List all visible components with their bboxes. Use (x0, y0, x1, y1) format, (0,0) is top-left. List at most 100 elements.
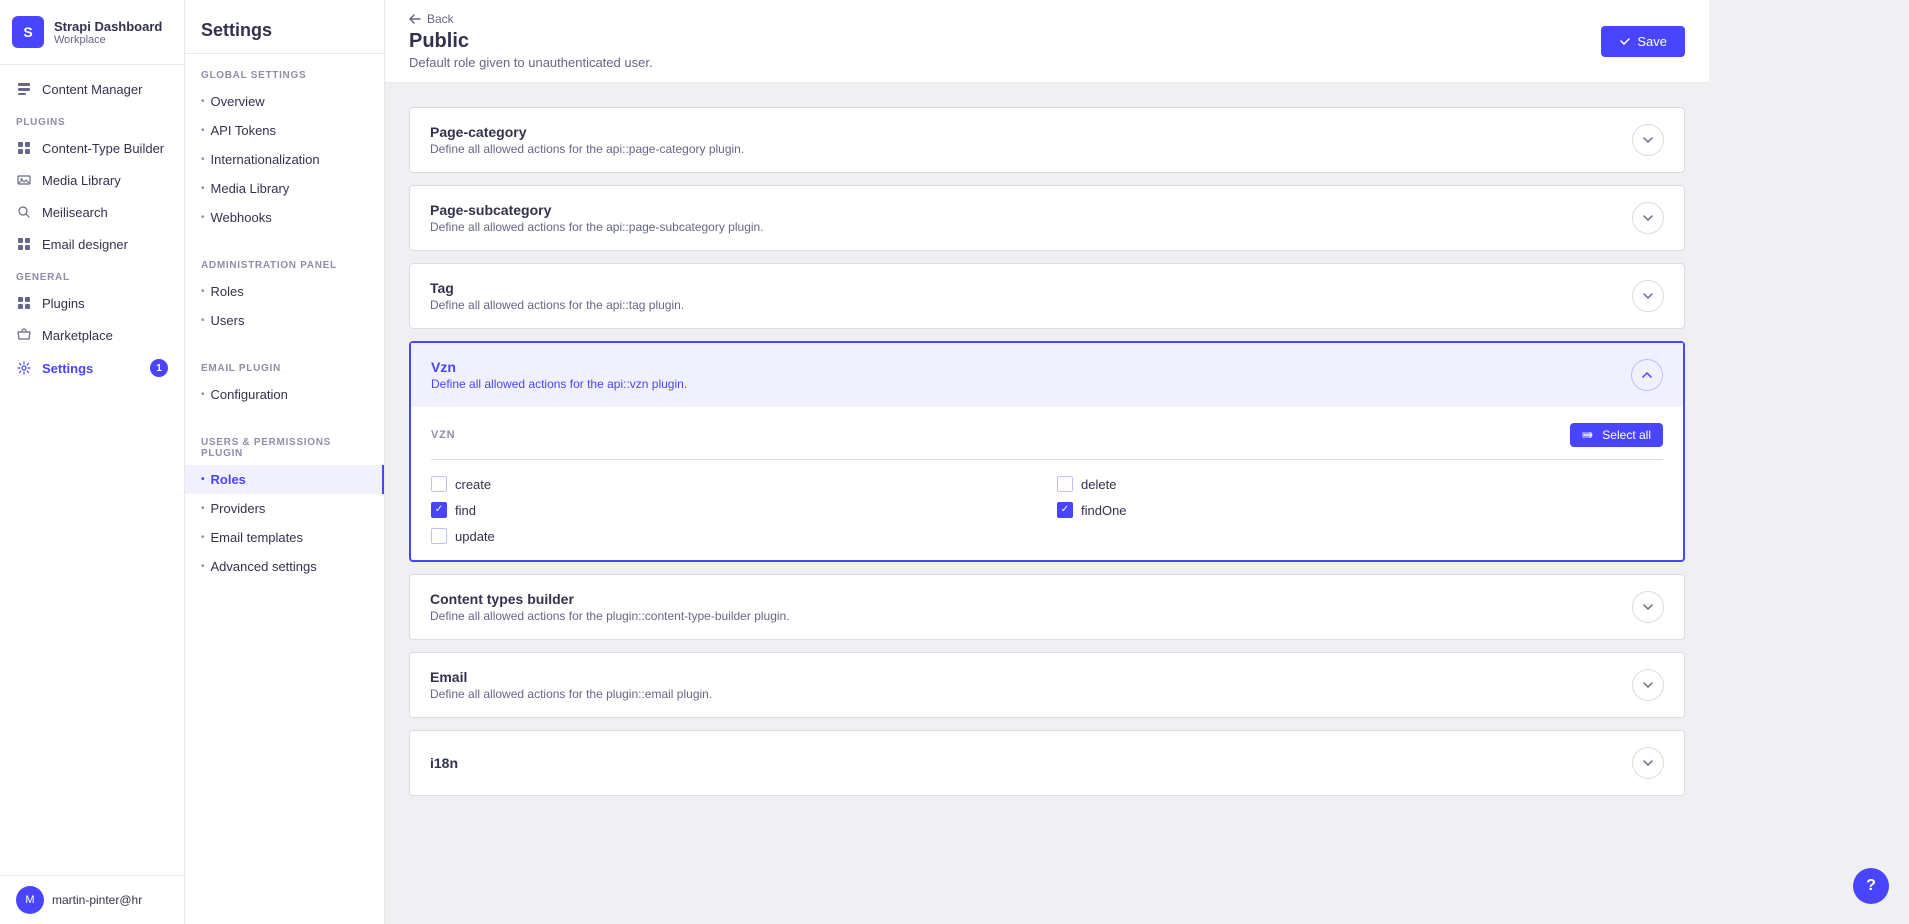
permission-find: find (431, 502, 1037, 518)
plugin-card-email: Email Define all allowed actions for the… (409, 652, 1685, 718)
sidebar-item-email-designer[interactable]: Email designer (0, 228, 184, 260)
plugin-card-tag-subtitle: Define all allowed actions for the api::… (430, 298, 684, 312)
sidebar-footer: M martin-pinter@hr (0, 875, 184, 924)
permissions-grid: create delete find findOne (431, 476, 1663, 544)
checkbox-findone[interactable] (1057, 502, 1073, 518)
sidebar-item-content-manager[interactable]: Content Manager (0, 73, 184, 105)
settings-section-users-permissions: USERS & PERMISSIONS PLUGIN Roles Provide… (185, 421, 384, 593)
plugin-card-email-info: Email Define all allowed actions for the… (430, 669, 712, 701)
permission-delete-label: delete (1081, 477, 1116, 492)
sidebar-item-content-type-builder[interactable]: Content-Type Builder (0, 132, 184, 164)
back-label: Back (427, 12, 454, 26)
plugin-card-page-subcategory-subtitle: Define all allowed actions for the api::… (430, 220, 764, 234)
plugin-card-tag-info: Tag Define all allowed actions for the a… (430, 280, 684, 312)
settings-badge: 1 (150, 359, 168, 377)
settings-nav-api-tokens[interactable]: API Tokens (185, 116, 384, 145)
plugin-card-page-subcategory-info: Page-subcategory Define all allowed acti… (430, 202, 764, 234)
sidebar-label-email-designer: Email designer (42, 237, 128, 252)
settings-nav-configuration[interactable]: Configuration (185, 380, 384, 409)
plugin-card-content-types-builder-title: Content types builder (430, 591, 790, 607)
permission-update-label: update (455, 529, 495, 544)
plugin-card-email-subtitle: Define all allowed actions for the plugi… (430, 687, 712, 701)
sidebar-label-content-manager: Content Manager (42, 82, 142, 97)
settings-nav-users-admin[interactable]: Users (185, 306, 384, 335)
settings-nav-media-library[interactable]: Media Library (185, 174, 384, 203)
plugin-card-vzn-subtitle: Define all allowed actions for the api::… (431, 377, 687, 391)
plugin-card-tag-title: Tag (430, 280, 684, 296)
settings-nav-internationalization[interactable]: Internationalization (185, 145, 384, 174)
settings-nav-providers[interactable]: Providers (185, 494, 384, 523)
brand-icon: S (12, 16, 44, 48)
plugin-card-vzn-header[interactable]: Vzn Define all allowed actions for the a… (411, 343, 1683, 407)
sidebar-label-settings: Settings (42, 361, 93, 376)
sidebar: S Strapi Dashboard Workplace Content Man… (0, 0, 185, 924)
checkbox-delete[interactable] (1057, 476, 1073, 492)
sidebar-label-media-library: Media Library (42, 173, 121, 188)
avatar: M (16, 886, 44, 914)
plugin-card-content-types-builder-subtitle: Define all allowed actions for the plugi… (430, 609, 790, 623)
sidebar-label-plugins: Plugins (42, 296, 85, 311)
top-bar-left: Back Public Default role given to unauth… (409, 12, 653, 70)
save-button[interactable]: Save (1601, 26, 1685, 57)
plugin-card-page-subcategory-title: Page-subcategory (430, 202, 764, 218)
plugin-card-content-types-builder-toggle[interactable] (1632, 591, 1664, 623)
sidebar-label-meilisearch: Meilisearch (42, 205, 108, 220)
plugin-card-email-toggle[interactable] (1632, 669, 1664, 701)
select-all-icon (1582, 430, 1596, 440)
settings-section-email-label: EMAIL PLUGIN (185, 359, 384, 380)
permission-findone: findOne (1057, 502, 1663, 518)
marketplace-icon (16, 327, 32, 343)
help-button[interactable]: ? (1853, 868, 1889, 904)
permission-create-label: create (455, 477, 491, 492)
sidebar-item-plugins[interactable]: Plugins (0, 287, 184, 319)
settings-section-admin: ADMINISTRATION PANEL Roles Users (185, 244, 384, 347)
right-panel (1709, 0, 1909, 924)
sidebar-nav: Content Manager PLUGINS Content-Type Bui… (0, 65, 184, 875)
settings-nav-roles-up[interactable]: Roles (185, 465, 384, 494)
plugin-card-email-header[interactable]: Email Define all allowed actions for the… (410, 653, 1684, 717)
checkbox-create[interactable] (431, 476, 447, 492)
settings-nav-webhooks[interactable]: Webhooks (185, 203, 384, 232)
content-area: Page-category Define all allowed actions… (385, 83, 1709, 924)
settings-nav-overview[interactable]: Overview (185, 87, 384, 116)
permission-delete: delete (1057, 476, 1663, 492)
back-link[interactable]: Back (409, 12, 653, 26)
settings-section-global: GLOBAL SETTINGS Overview API Tokens Inte… (185, 54, 384, 244)
save-label: Save (1637, 34, 1667, 49)
settings-nav-advanced-settings[interactable]: Advanced settings (185, 552, 384, 581)
settings-section-admin-label: ADMINISTRATION PANEL (185, 256, 384, 277)
plugin-card-i18n-header[interactable]: i18n (410, 731, 1684, 795)
plugin-card-page-subcategory-toggle[interactable] (1632, 202, 1664, 234)
top-bar: Back Public Default role given to unauth… (385, 0, 1709, 83)
plugin-card-page-subcategory-header[interactable]: Page-subcategory Define all allowed acti… (410, 186, 1684, 250)
plugin-card-page-category-header[interactable]: Page-category Define all allowed actions… (410, 108, 1684, 172)
permission-find-label: find (455, 503, 476, 518)
brand-subtitle: Workplace (54, 34, 162, 46)
sidebar-item-meilisearch[interactable]: Meilisearch (0, 196, 184, 228)
plugin-card-page-category-toggle[interactable] (1632, 124, 1664, 156)
plugin-card-content-types-builder-header[interactable]: Content types builder Define all allowed… (410, 575, 1684, 639)
sidebar-item-settings[interactable]: Settings 1 (0, 351, 184, 385)
select-all-button[interactable]: Select all (1570, 423, 1663, 447)
plugin-card-page-category-info: Page-category Define all allowed actions… (430, 124, 744, 156)
checkbox-update[interactable] (431, 528, 447, 544)
sidebar-section-general: GENERAL (0, 260, 184, 287)
select-all-label: Select all (1602, 428, 1651, 442)
settings-panel-title: Settings (185, 0, 384, 54)
settings-nav-roles-admin[interactable]: Roles (185, 277, 384, 306)
settings-section-users-label: USERS & PERMISSIONS PLUGIN (185, 433, 384, 465)
sidebar-item-media-library[interactable]: Media Library (0, 164, 184, 196)
plugin-card-tag-toggle[interactable] (1632, 280, 1664, 312)
plugin-card-i18n-toggle[interactable] (1632, 747, 1664, 779)
plugin-card-tag-header[interactable]: Tag Define all allowed actions for the a… (410, 264, 1684, 328)
brand-title: Strapi Dashboard (54, 19, 162, 34)
settings-nav-email-templates[interactable]: Email templates (185, 523, 384, 552)
plugin-card-i18n-title: i18n (430, 755, 458, 771)
brand-area: S Strapi Dashboard Workplace (0, 0, 184, 65)
checkbox-find[interactable] (431, 502, 447, 518)
plugin-card-vzn-body: VZN Select all create delete (411, 407, 1683, 560)
sidebar-item-marketplace[interactable]: Marketplace (0, 319, 184, 351)
content-type-builder-icon (16, 140, 32, 156)
plugin-card-email-title: Email (430, 669, 712, 685)
plugin-card-vzn-toggle[interactable] (1631, 359, 1663, 391)
